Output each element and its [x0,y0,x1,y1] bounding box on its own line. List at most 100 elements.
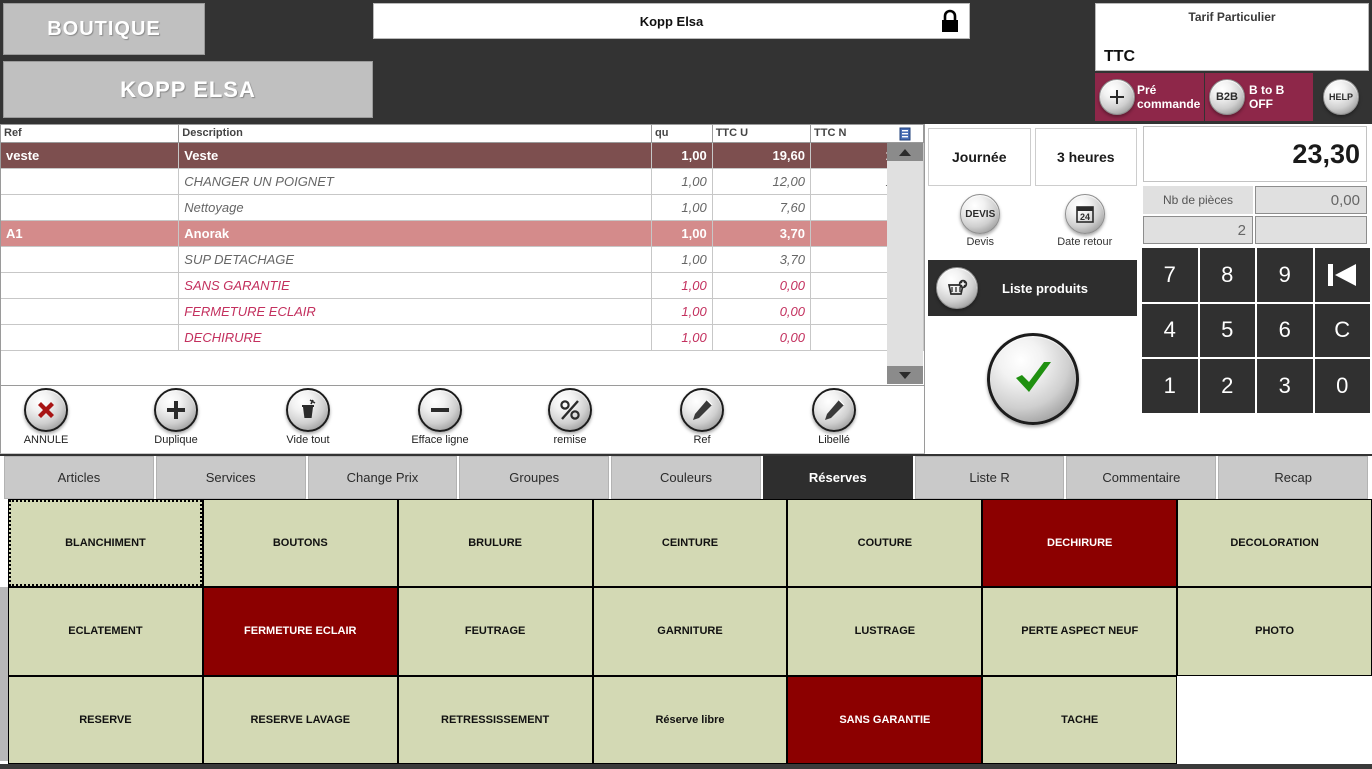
reserve-cell-label: RETRESSISSEMENT [441,713,550,726]
reserve-cell[interactable]: BLANCHIMENT [8,499,203,588]
reserve-cell-label: BLANCHIMENT [65,537,146,550]
help-button[interactable]: HELP [1323,79,1359,115]
b2b-toggle-button[interactable]: B2B B to B OFF [1205,73,1313,121]
key-7[interactable]: 7 [1142,248,1198,302]
toolbar-button-duplique[interactable]: Duplique [131,388,221,446]
amount-input[interactable]: 0,00 [1255,186,1367,214]
key-C[interactable]: C [1314,303,1370,358]
key-8[interactable]: 8 [1199,248,1255,302]
toolbar-button-remise[interactable]: remise [525,388,615,446]
reserve-cell[interactable]: CEINTURE [592,499,788,588]
key-6[interactable]: 6 [1257,303,1313,358]
key-9[interactable]: 9 [1257,248,1313,302]
reserve-cell[interactable]: COUTURE [787,499,983,588]
table-row[interactable]: Nettoyage1,007,607,60 [1,194,924,221]
reserve-cell[interactable]: RETRESSISSEMENT [397,675,593,764]
table-row[interactable]: A1Anorak1,003,703,70 [1,220,924,247]
reserve-cell[interactable]: LUSTRAGE [787,587,983,676]
client-name-value: Kopp Elsa [639,13,704,29]
tab-couleurs[interactable]: Couleurs [611,456,761,499]
reserve-cell[interactable]: SANS GARANTIE [787,675,983,764]
tab-label: Services [205,470,256,485]
table-row[interactable]: vesteVeste1,0019,6019,60 [1,142,924,169]
tarif-box[interactable]: Tarif Particulier TTC [1095,3,1369,71]
nb-pieces-input[interactable]: 2 [1143,216,1253,244]
client-name-field[interactable]: Kopp Elsa [373,3,970,39]
reserve-cell-label: TACHE [1061,713,1099,726]
reserve-cell[interactable]: PHOTO [1177,587,1372,676]
tab-recap[interactable]: Recap [1218,456,1369,499]
reserve-cell[interactable]: RESERVE LAVAGE [202,675,398,764]
basket-add-icon [936,267,978,309]
help-button-wrap: HELP [1313,73,1369,121]
help-label: HELP [1328,92,1353,102]
table-row[interactable]: FERMETURE ECLAIR1,000,000,00 [1,298,924,325]
key-1[interactable]: 1 [1142,359,1198,413]
reserve-cell[interactable]: TACHE [982,675,1178,764]
scroll-up-button[interactable] [887,143,923,161]
lock-icon[interactable] [931,4,969,38]
toolbar-button-libellé[interactable]: Libellé [789,388,879,446]
reserve-cell[interactable]: BOUTONS [202,499,398,588]
table-row[interactable]: SANS GARANTIE1,000,000,00 [1,272,924,299]
blank-field[interactable] [1255,216,1367,244]
toolbar-button-annule[interactable]: ANNULE [1,388,91,446]
table-row[interactable]: SUP DETACHAGE1,003,703,70 [1,246,924,273]
backspace-key[interactable] [1314,248,1370,302]
toolbar-button-efface-ligne[interactable]: Efface ligne [395,388,485,446]
reserve-cell[interactable]: FERMETURE ECLAIR [202,587,398,676]
key-3[interactable]: 3 [1257,359,1313,413]
reserve-cell[interactable]: BRULURE [397,499,593,588]
tab-articles[interactable]: Articles [4,456,154,499]
validate-button[interactable] [986,333,1079,425]
date-retour-button[interactable]: 24 Date retour [1033,194,1138,256]
toolbar-button-ref[interactable]: Ref [657,388,747,446]
top-header: BOUTIQUE KOPP ELSA Kopp Elsa [0,0,1092,124]
tab-liste-r[interactable]: Liste R [914,456,1065,499]
scroll-track[interactable] [887,161,923,366]
tab-label: Recap [1274,470,1312,485]
reserve-cell[interactable]: GARNITURE [592,587,788,676]
receipt-icon[interactable] [887,126,923,143]
tab-services[interactable]: Services [155,456,306,499]
key-4[interactable]: 4 [1142,303,1198,358]
key-2[interactable]: 2 [1199,359,1255,413]
tab-change-prix[interactable]: Change Prix [307,456,458,499]
reserve-cell[interactable]: FEUTRAGE [397,587,593,676]
reserve-cell-label: GARNITURE [657,625,723,638]
green-check-icon [1015,362,1051,392]
action-panel: Journée 3 heures DEVIS Devis 24 Date ret… [925,124,1140,454]
scroll-down-button[interactable] [887,366,923,384]
total-amount: 23,30 [1292,138,1360,169]
reserve-cell-label: FERMETURE ECLAIR [244,625,357,638]
key-5[interactable]: 5 [1199,303,1255,358]
reserve-cell-label: PHOTO [1255,625,1295,638]
reserve-cell-label: RESERVE [79,713,132,726]
boutique-button[interactable]: BOUTIQUE [3,3,205,55]
tab-réserves[interactable]: Réserves [762,456,913,499]
toolbar-caption: remise [553,434,587,446]
pos-application: BOUTIQUE KOPP ELSA Kopp Elsa Tarif Parti… [0,0,1372,769]
toolbar-button-vide-tout[interactable]: Vide tout [263,388,353,446]
table-row[interactable]: DECHIRURE1,000,000,00 [1,324,924,351]
key-0[interactable]: 0 [1314,359,1370,413]
reserve-cell[interactable]: ECLATEMENT [8,587,203,676]
reserve-cell[interactable]: Réserve libre [592,675,788,764]
table-row[interactable]: CHANGER UN POIGNET1,0012,0012,00 [1,168,924,195]
client-button[interactable]: KOPP ELSA [3,61,373,118]
table-scrollbar[interactable] [887,126,923,384]
tab-groupes[interactable]: Groupes [459,456,610,499]
reserve-cell[interactable]: DECHIRURE [982,499,1178,588]
reserve-cell[interactable]: PERTE ASPECT NEUF [982,587,1178,676]
trois-heures-button[interactable]: 3 heures [1034,128,1137,186]
journee-button[interactable]: Journée [928,128,1031,186]
cell-qu: 1,00 [651,194,713,221]
reserve-cell-label: BOUTONS [272,537,328,550]
reserve-cell[interactable]: DECOLORATION [1177,499,1372,588]
grid-scrollbar[interactable] [0,587,8,761]
tab-commentaire[interactable]: Commentaire [1066,456,1217,499]
liste-produits-button[interactable]: Liste produits [928,260,1137,316]
pre-commande-button[interactable]: Pré commande [1095,73,1205,121]
devis-button[interactable]: DEVIS Devis [928,194,1033,256]
reserve-cell[interactable]: RESERVE [8,675,203,764]
